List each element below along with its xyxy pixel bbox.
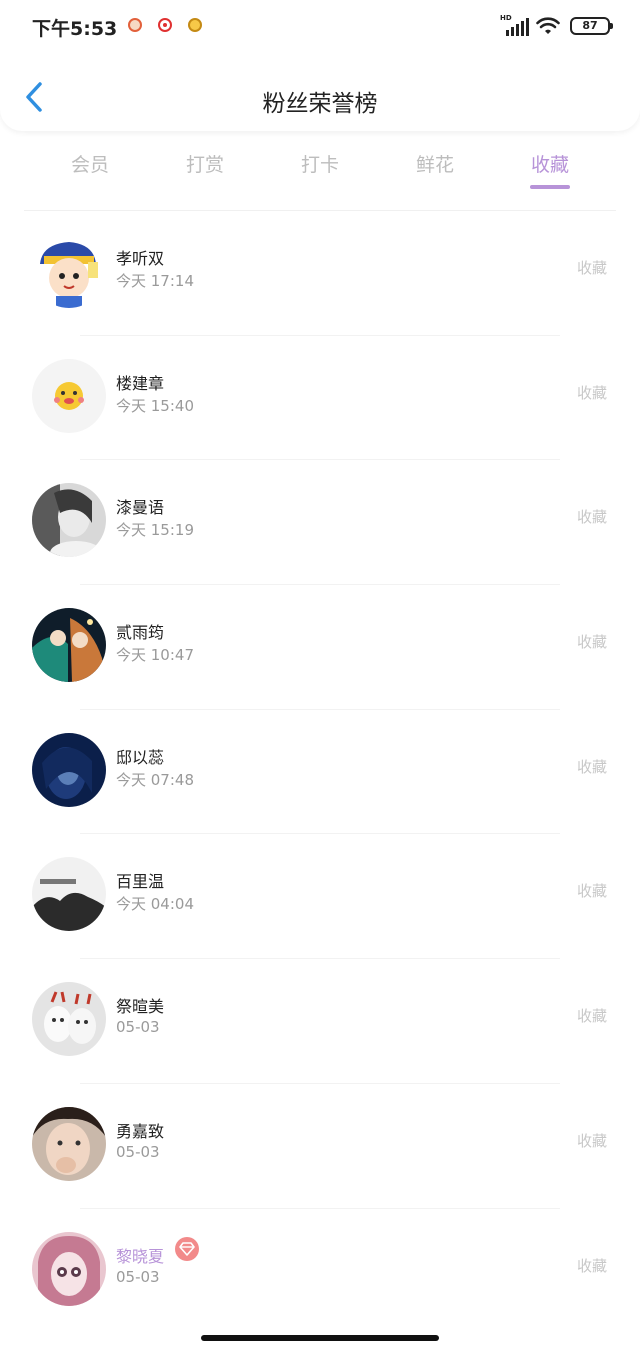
- fan-name: 祭暄美: [116, 997, 165, 1017]
- wifi-icon: [536, 17, 560, 34]
- avatar[interactable]: [32, 857, 106, 932]
- action-label: 收藏: [576, 882, 607, 901]
- action-time: 今天 04:04: [116, 895, 194, 914]
- avatar[interactable]: [32, 234, 106, 308]
- tab-flowers[interactable]: 鲜花: [395, 150, 475, 177]
- action-time: 今天 15:40: [116, 396, 194, 415]
- action-time: 今天 10:47: [116, 646, 194, 665]
- signal-icon: HD: [500, 14, 529, 36]
- action-time: 今天 07:48: [116, 770, 194, 789]
- avatar[interactable]: [32, 1106, 106, 1181]
- action-label: 收藏: [576, 633, 607, 652]
- action-time: 05-03: [116, 1018, 160, 1037]
- tab-member[interactable]: 会员: [50, 150, 130, 177]
- list-item[interactable]: 勇嘉致 05-03 收藏: [0, 1084, 640, 1209]
- action-label: 收藏: [576, 383, 607, 402]
- weibo-notification-icon: [158, 18, 172, 32]
- list-item[interactable]: 楼建章 今天 15:40 收藏: [0, 336, 640, 461]
- vip-diamond-icon: [175, 1236, 199, 1261]
- action-time: 今天 15:19: [116, 521, 194, 540]
- fan-name: 勇嘉致: [116, 1121, 165, 1141]
- action-label: 收藏: [576, 1256, 607, 1275]
- avatar[interactable]: [32, 483, 106, 558]
- list-item[interactable]: 贰雨筠 今天 10:47 收藏: [0, 585, 640, 710]
- list-item[interactable]: 邸以蕊 今天 07:48 收藏: [0, 710, 640, 835]
- fan-name: 孝听双: [116, 249, 165, 268]
- tab-favorites[interactable]: 收藏: [510, 150, 590, 177]
- tab-checkin[interactable]: 打卡: [280, 150, 360, 177]
- action-label: 收藏: [576, 1131, 607, 1150]
- list-item[interactable]: 漆曼语 今天 15:19 收藏: [0, 460, 640, 586]
- list-item[interactable]: 祭暄美 05-03 收藏: [0, 959, 640, 1084]
- fan-name: 黎晓夏: [116, 1246, 165, 1266]
- fan-name: 贰雨筠: [116, 623, 165, 643]
- list-item[interactable]: 孝听双 今天 17:14 收藏: [0, 211, 640, 336]
- status-bar: 下午5:53 HD 87: [0, 0, 640, 54]
- action-label: 收藏: [576, 757, 607, 776]
- avatar[interactable]: [32, 608, 106, 683]
- fan-name: 漆曼语: [116, 498, 165, 518]
- system-icons: HD 87: [500, 14, 613, 36]
- home-indicator[interactable]: [201, 1335, 439, 1341]
- fan-name: 百里温: [116, 872, 165, 892]
- notification-icons: [128, 18, 202, 32]
- tab-reward[interactable]: 打赏: [165, 150, 245, 177]
- status-time: 下午5:53: [32, 18, 118, 40]
- avatar[interactable]: [32, 358, 106, 433]
- avatar[interactable]: [32, 1231, 106, 1306]
- fan-name: 楼建章: [116, 373, 165, 393]
- avatar[interactable]: [32, 732, 106, 807]
- fan-list: 孝听双 今天 17:14 收藏 楼建章 今天 15:40 收藏 漆曼语 今天 1…: [0, 211, 640, 1333]
- app-notification-icon: [128, 18, 142, 32]
- action-label: 收藏: [576, 508, 607, 527]
- action-time: 今天 17:14: [116, 272, 194, 290]
- battery-icon: 87: [570, 17, 613, 35]
- list-item[interactable]: 黎晓夏 05-03 收藏: [0, 1209, 640, 1334]
- avatar[interactable]: [32, 982, 106, 1057]
- action-time: 05-03: [116, 1267, 160, 1286]
- fan-name: 邸以蕊: [116, 747, 165, 767]
- action-time: 05-03: [116, 1142, 160, 1161]
- action-label: 收藏: [576, 259, 607, 277]
- tab-bar: 会员 打赏 打卡 鲜花 收藏: [0, 140, 640, 210]
- emoji-notification-icon: [188, 18, 202, 32]
- page-title: 粉丝荣誉榜: [262, 91, 378, 117]
- action-label: 收藏: [576, 1007, 607, 1026]
- active-tab-indicator: [530, 185, 570, 189]
- list-item[interactable]: 百里温 今天 04:04 收藏: [0, 834, 640, 960]
